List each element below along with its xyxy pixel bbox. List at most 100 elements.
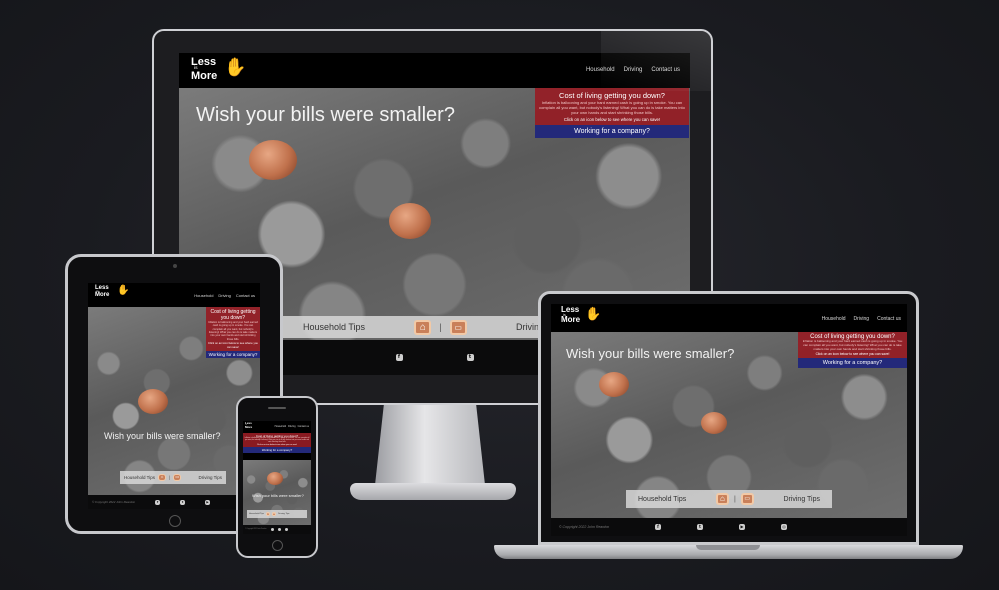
tips-separator: |: [733, 495, 736, 503]
info-body: Inflation is ballooning and your hard ea…: [802, 339, 903, 351]
hero-title: Wish your bills were smaller?: [104, 431, 221, 441]
house-icon[interactable]: ⌂: [158, 474, 167, 481]
site-footer: © Copyright 2022 John Reardon f t ▶: [88, 495, 260, 509]
household-tips-link[interactable]: Household Tips: [249, 513, 264, 515]
site-logo[interactable]: Less is More ✋: [191, 57, 246, 82]
tips-separator: |: [169, 475, 171, 480]
house-icon[interactable]: ⌂: [414, 319, 432, 335]
site-header: Less is More Household Driving Contact u…: [243, 421, 311, 433]
nav-contact[interactable]: Contact us: [236, 293, 255, 298]
hand-icon: ✋: [224, 57, 247, 77]
main-nav: Household Driving Contact us: [822, 316, 901, 322]
nav-household[interactable]: Household: [194, 293, 213, 298]
laptop-notch: [696, 545, 760, 550]
copper-coin: [249, 140, 297, 180]
logo-text-more: More: [95, 292, 110, 299]
hero-section: Wish your bills were smaller? Cost of li…: [88, 307, 260, 495]
site-header: Less is More ✋ Household Driving Contact…: [88, 283, 260, 307]
tips-separator: |: [439, 322, 442, 332]
car-icon[interactable]: ▭: [449, 319, 467, 335]
hand-icon: ✋: [117, 285, 130, 296]
monitor-stand: [375, 405, 485, 485]
company-link[interactable]: Working for a company?: [243, 446, 311, 453]
twitter-icon[interactable]: t: [180, 499, 186, 505]
driving-tips-link[interactable]: Driving Tips: [198, 475, 222, 480]
copper-coin: [701, 412, 727, 434]
twitter-icon[interactable]: [277, 528, 281, 531]
copper-coin: [389, 203, 431, 239]
car-icon[interactable]: ▭: [272, 512, 277, 516]
site-logo[interactable]: Less is More ✋: [95, 285, 129, 299]
cost-of-living-panel: Cost of living getting you down? Inflati…: [535, 88, 689, 125]
info-body: Inflation is ballooning and your hard ea…: [208, 321, 258, 341]
phone-speaker: [268, 407, 286, 409]
tips-bar: Household Tips ⌂ | ▭ Driving Tips: [120, 471, 226, 484]
info-cta: Click on an icon below to see where you …: [815, 351, 890, 356]
nav-driving[interactable]: Driving: [218, 293, 230, 298]
company-link[interactable]: Working for a company?: [535, 124, 689, 138]
household-tips-link[interactable]: Household Tips: [124, 475, 155, 480]
hero-section: Wish your bills were smaller? Cost of li…: [551, 332, 907, 518]
tips-bar: Household Tips ⌂ | ▭ Driving Tips: [626, 490, 832, 508]
site-logo[interactable]: Less is More ✋: [561, 306, 601, 324]
hero-title: Wish your bills were smaller?: [566, 346, 735, 361]
laptop-screen: Less is More ✋ Household Driving Contact…: [551, 304, 907, 536]
facebook-icon[interactable]: f: [155, 499, 161, 505]
cost-of-living-panel: Cost of living getting you down? Inflati…: [243, 433, 311, 447]
copyright-text: © Copyright 2022 John Reardon: [245, 529, 267, 530]
site-logo[interactable]: Less is More: [245, 422, 253, 429]
nav-driving[interactable]: Driving: [288, 425, 295, 428]
instagram-icon[interactable]: ◎: [781, 524, 787, 530]
car-icon[interactable]: ▭: [173, 474, 182, 481]
nav-contact[interactable]: Contact us: [298, 425, 309, 428]
info-cta: Click on an icon below to see where you …: [563, 116, 661, 122]
logo-text-more: More: [561, 314, 581, 324]
logo-text-more: More: [245, 424, 253, 429]
youtube-icon[interactable]: ▶: [205, 499, 211, 505]
twitter-icon[interactable]: t: [466, 354, 474, 361]
house-icon[interactable]: ⌂: [266, 512, 271, 516]
info-heading: Cost of living getting you down?: [559, 91, 665, 100]
cost-of-living-panel: Cost of living getting you down? Inflati…: [206, 307, 260, 352]
monitor-stand-base: [350, 483, 516, 500]
copper-coin: [267, 472, 283, 485]
copyright-text: © Copyright 2022 John Reardon: [559, 525, 610, 529]
tips-bar: Household Tips ⌂ ▭ Driving Tips: [247, 510, 307, 518]
info-cta: Click on an icon below to see where you …: [256, 443, 298, 446]
company-link[interactable]: Working for a company?: [206, 351, 260, 359]
youtube-icon[interactable]: ▶: [739, 524, 745, 530]
logo-text-more: More: [191, 69, 218, 82]
nav-household[interactable]: Household: [822, 316, 846, 322]
car-icon[interactable]: ▭: [740, 493, 754, 505]
twitter-icon[interactable]: t: [697, 524, 703, 530]
phone-device: Less is More Household Driving Contact u…: [236, 396, 318, 558]
tablet-home-button: [169, 515, 181, 527]
facebook-icon[interactable]: f: [655, 524, 661, 530]
phone-home-button: [272, 540, 283, 551]
household-tips-link[interactable]: Household Tips: [303, 322, 365, 332]
info-body: Inflation is ballooning and your hard ea…: [539, 100, 685, 116]
info-heading: Cost of living getting you down?: [210, 309, 256, 321]
info-box: Cost of living getting you down? Inflati…: [798, 332, 907, 368]
site-header: Less is More ✋ Household Driving Contact…: [551, 304, 907, 332]
facebook-icon[interactable]: f: [395, 354, 403, 361]
site-footer: © Copyright 2022 John Reardon f t ▶ ◎: [551, 518, 907, 536]
youtube-icon[interactable]: [284, 528, 288, 531]
site-footer: © Copyright 2022 John Reardon: [243, 525, 311, 534]
company-link[interactable]: Working for a company?: [798, 357, 907, 368]
facebook-icon[interactable]: [270, 528, 274, 531]
nav-household[interactable]: Household: [275, 425, 286, 428]
info-box: Cost of living getting you down? Inflati…: [535, 88, 689, 138]
info-box: Cost of living getting you down? Inflati…: [243, 433, 311, 453]
tablet-camera: [173, 264, 177, 268]
nav-driving[interactable]: Driving: [854, 316, 870, 322]
copper-coin: [599, 372, 629, 397]
hand-icon: ✋: [585, 306, 602, 321]
driving-tips-link[interactable]: Driving Tips: [783, 496, 820, 503]
house-icon[interactable]: ⌂: [715, 493, 729, 505]
driving-tips-link[interactable]: Driving Tips: [278, 513, 289, 515]
household-tips-link[interactable]: Household Tips: [638, 496, 686, 503]
nav-contact[interactable]: Contact us: [877, 316, 901, 322]
phone-screen: Less is More Household Driving Contact u…: [243, 421, 311, 534]
info-cta: Click on an icon below to see where you …: [208, 341, 258, 350]
